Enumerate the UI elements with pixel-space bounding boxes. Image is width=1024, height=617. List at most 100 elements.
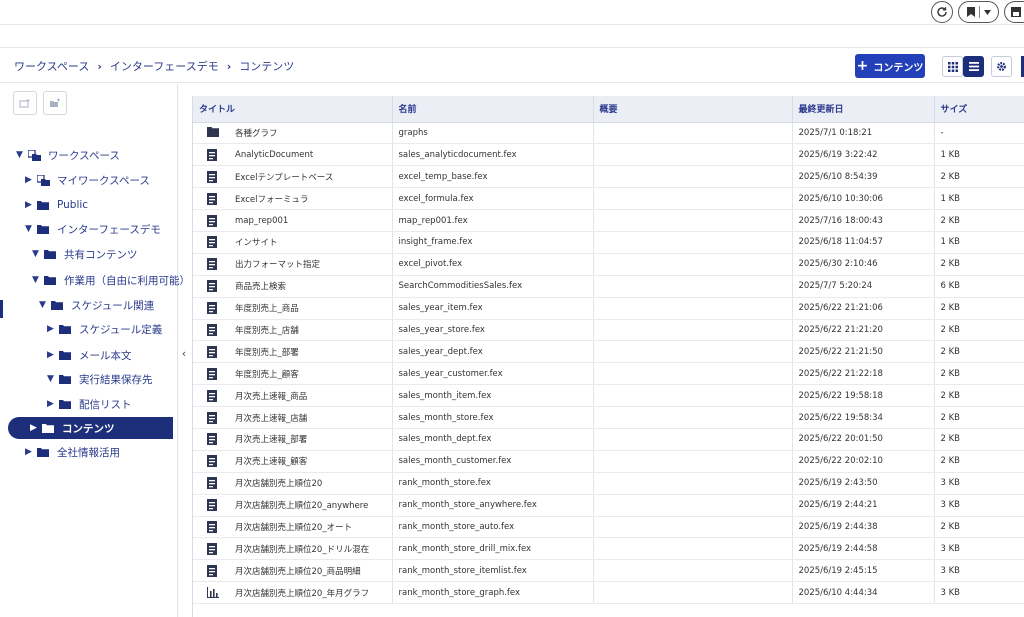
cell-updated: 2025/6/22 20:02:10 (792, 450, 935, 473)
sidebar-item[interactable]: ▶ Public (25, 194, 88, 216)
table-row[interactable]: 月次店舗別売上順位20_商品明細 rank_month_store_itemlis… (193, 559, 1024, 583)
sidebar-item[interactable]: ▶ 全社情報活用 (25, 441, 120, 463)
column-header-summary[interactable]: 概要 (593, 96, 793, 123)
sidebar-item[interactable]: ▼ スケジュール関連 (39, 294, 154, 316)
column-header-title[interactable]: タイトル (193, 96, 393, 123)
document-icon (207, 214, 219, 227)
caret-right-icon[interactable]: ▶ (25, 200, 35, 210)
caret-down-icon[interactable]: ▼ (39, 300, 49, 310)
caret-right-icon[interactable]: ▶ (47, 324, 57, 334)
sidebar-item[interactable]: ▼ 作業用（自由に利用可能） (32, 269, 190, 291)
table-row[interactable]: 年度別売上_店舗 sales_year_store.fex 2025/6/22 21… (193, 319, 1024, 342)
item-title[interactable]: 月次店舗別売上順位20_ドリル混在 (235, 545, 369, 555)
item-title[interactable]: 出力フォーマット指定 (235, 260, 320, 270)
caret-right-icon[interactable]: ▶ (30, 423, 40, 433)
refresh-button[interactable] (931, 1, 953, 23)
item-title[interactable]: 月次店舗別売上順位20_商品明細 (235, 567, 361, 577)
table-row[interactable]: 月次店舗別売上順位20_ドリル混在 rank_month_store_drill_… (193, 537, 1024, 561)
document-icon (207, 520, 219, 533)
sidebar-item[interactable]: ▶ 配信リスト (47, 393, 132, 415)
item-title[interactable]: 年度別売上_商品 (235, 304, 299, 314)
item-title[interactable]: 月次店舗別売上順位20 (235, 479, 322, 489)
item-title[interactable]: Excelテンプレートベース (235, 173, 333, 183)
item-title[interactable]: 年度別売上_部署 (235, 348, 299, 358)
caret-right-icon[interactable]: ▶ (25, 175, 35, 185)
bookmark-button[interactable] (958, 1, 999, 23)
item-title[interactable]: 年度別売上_顧客 (235, 370, 299, 380)
table-row[interactable]: 年度別売上_部署 sales_year_dept.fex 2025/6/22 21:… (193, 340, 1024, 364)
breadcrumb-item-interface-demo[interactable]: インターフェースデモ (110, 58, 219, 74)
table-row[interactable]: 年度別売上_商品 sales_year_item.fex 2025/6/22 21:… (193, 297, 1024, 320)
sidebar-item[interactable]: ▶ マイワークスペース (25, 169, 150, 191)
sidebar-item[interactable]: ▼ 共有コンテンツ (32, 243, 138, 265)
cell-title: 月次店舗別売上順位20_商品明細 (193, 559, 393, 583)
item-title[interactable]: 月次店舗別売上順位20_anywhere (235, 501, 368, 511)
table-row[interactable]: 月次売上速報_顧客 sales_month_customer.fex 2025/6/… (193, 450, 1024, 473)
caret-right-icon[interactable]: ▶ (47, 399, 57, 409)
settings-button[interactable] (991, 56, 1012, 77)
cell-name: excel_pivot.fex (392, 253, 594, 276)
item-title[interactable]: 月次売上速報_部署 (235, 435, 307, 445)
table-row[interactable]: 年度別売上_顧客 sales_year_customer.fex 2025/6/22… (193, 362, 1024, 386)
cell-updated: 2025/6/22 21:21:20 (792, 319, 935, 342)
add-content-button[interactable]: + コンテンツ (855, 54, 925, 78)
caret-right-icon[interactable]: ▶ (47, 350, 57, 360)
sidebar-item[interactable]: ▼ 実行結果保存先 (47, 368, 153, 390)
column-header-size[interactable]: サイズ (934, 96, 1024, 123)
caret-down-icon[interactable]: ▼ (32, 275, 42, 285)
grid-view-button[interactable] (942, 56, 963, 77)
export-button[interactable] (1004, 1, 1024, 23)
caret-down-icon[interactable]: ▼ (47, 374, 57, 384)
sidebar-item[interactable]: ▼ ワークスペース (16, 144, 120, 166)
sidebar-item[interactable]: ▶ スケジュール定義 (47, 318, 162, 340)
caret-right-icon[interactable]: ▶ (25, 447, 35, 457)
table-row[interactable]: 月次店舗別売上順位20_年月グラフ rank_month_store_graph.… (193, 581, 1024, 605)
table-row[interactable]: Excelフォーミュラ excel_formula.fex 2025/6/10 10… (193, 187, 1024, 211)
breadcrumb-item-contents[interactable]: コンテンツ (239, 58, 294, 74)
table-row[interactable]: 月次売上速報_部署 sales_month_dept.fex 2025/6/22 2… (193, 428, 1024, 451)
table-row[interactable]: 月次店舗別売上順位20_オート rank_month_store_auto.fex… (193, 516, 1024, 539)
caret-down-icon[interactable]: ▼ (16, 150, 26, 160)
item-title[interactable]: 月次売上速報_商品 (235, 392, 307, 402)
item-title[interactable]: Excelフォーミュラ (235, 195, 309, 205)
item-title[interactable]: 年度別売上_店舗 (235, 326, 299, 336)
list-view-button[interactable] (963, 56, 984, 77)
table-row[interactable]: インサイト insight_frame.fex 2025/6/18 11:04:57… (193, 231, 1024, 254)
caret-down-icon[interactable]: ▼ (25, 224, 35, 234)
item-title[interactable]: 月次売上速報_顧客 (235, 457, 307, 467)
breadcrumb-item-workspace[interactable]: ワークスペース (14, 58, 89, 74)
table-row[interactable]: AnalyticDocument sales_analyticdocument.f… (193, 143, 1024, 167)
item-title[interactable]: インサイト (235, 238, 278, 248)
sidebar-item[interactable]: ▼ インターフェースデモ (25, 218, 161, 240)
column-header-updated[interactable]: 最終更新日 (792, 96, 935, 123)
caret-down-icon[interactable]: ▼ (32, 249, 42, 259)
cell-summary (593, 516, 793, 539)
sidebar-collapse-button[interactable]: ‹ (178, 342, 190, 364)
item-title[interactable]: 各種グラフ (235, 129, 278, 139)
item-title[interactable]: AnalyticDocument (235, 150, 313, 160)
sidebar-item[interactable]: ▶ メール本文 (47, 344, 132, 366)
item-title[interactable]: map_rep001 (235, 216, 288, 226)
refresh-icon (937, 7, 947, 17)
item-title[interactable]: 月次売上速報_店舗 (235, 414, 307, 424)
new-workspace-button[interactable] (13, 91, 37, 115)
sidebar-item[interactable]: ▶ コンテンツ (8, 417, 173, 439)
table-row[interactable]: 出力フォーマット指定 excel_pivot.fex 2025/6/30 2:10:… (193, 253, 1024, 276)
table-row[interactable]: Excelテンプレートベース excel_temp_base.fex 2025/6/… (193, 165, 1024, 189)
item-title[interactable]: 月次店舗別売上順位20_オート (235, 523, 352, 533)
table-row[interactable]: 各種グラフ graphs 2025/7/1 0:18:21- (193, 122, 1024, 145)
table-row[interactable]: 月次売上速報_商品 sales_month_item.fex 2025/6/22 1… (193, 384, 1024, 408)
table-row[interactable]: 月次店舗別売上順位20 rank_month_store.fex 2025/6/19… (193, 472, 1024, 495)
table-row[interactable]: 月次売上速報_店舗 sales_month_store.fex 2025/6/22 … (193, 406, 1024, 429)
column-header-name[interactable]: 名前 (392, 96, 594, 123)
table-row[interactable]: map_rep001 map_rep001.fex 2025/7/16 18:00:… (193, 209, 1024, 232)
cell-name: sales_year_customer.fex (392, 362, 594, 386)
document-icon (207, 258, 219, 271)
cell-summary (593, 581, 793, 605)
cell-summary (593, 450, 793, 473)
table-row[interactable]: 商品売上検索 SearchCommoditiesSales.fex 2025/7/7… (193, 275, 1024, 298)
item-title[interactable]: 月次店舗別売上順位20_年月グラフ (235, 589, 369, 599)
new-folder-button[interactable] (43, 91, 67, 115)
item-title[interactable]: 商品売上検索 (235, 282, 286, 292)
table-row[interactable]: 月次店舗別売上順位20_anywhere rank_month_store_any… (193, 494, 1024, 517)
